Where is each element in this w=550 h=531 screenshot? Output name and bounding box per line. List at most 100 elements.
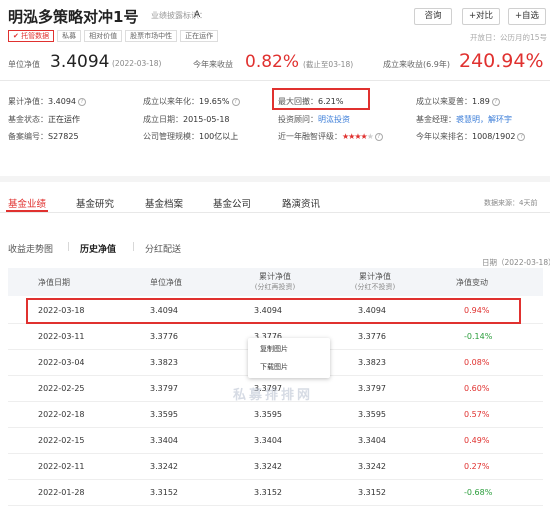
data-source-note: 数据来源：4天前 xyxy=(484,199,538,207)
ytd-value: 0.82% xyxy=(245,52,300,72)
subtab-separator: | xyxy=(67,242,71,252)
row-change: 0.49% xyxy=(464,436,490,445)
info-icon[interactable]: ? xyxy=(78,97,86,106)
row-cum-noreinvest: 3.3776 xyxy=(358,332,386,341)
open-day: 开放日：公历月的15号 xyxy=(470,33,548,42)
row-cum-noreinvest: 3.3797 xyxy=(358,384,386,393)
context-menu: 复制图片 下载图片 xyxy=(248,338,330,378)
col-change: 净值变动 xyxy=(456,278,488,287)
subtab-history-nav[interactable]: 历史净值 xyxy=(80,242,116,255)
row-unit-nav: 3.3595 xyxy=(150,410,178,419)
row-date: 2022-03-11 xyxy=(38,332,85,341)
row-cum-reinvest: 3.3242 xyxy=(254,462,282,471)
row-unit-nav: 3.3823 xyxy=(150,358,178,367)
advisor-link[interactable]: 明汯投资 xyxy=(318,115,350,124)
row-cum-noreinvest: 3.3595 xyxy=(358,410,386,419)
latest-row-highlight xyxy=(26,298,521,324)
download-image-item[interactable]: 下载图片 xyxy=(260,362,288,372)
ytd-label: 今年来收益 xyxy=(193,60,233,69)
row-date: 2022-03-04 xyxy=(38,358,85,367)
col-date: 净值日期 xyxy=(38,278,70,287)
compare-button[interactable]: +对比 xyxy=(462,8,500,25)
row-date: 2022-02-18 xyxy=(38,410,85,419)
table-date-tag: 日期（2022-03-18） xyxy=(482,258,550,267)
fund-title: 明泓多策略对冲1号 xyxy=(8,8,139,26)
unit-nav-value: 3.4094 xyxy=(50,52,110,72)
manager-link[interactable]: 裘慧明，解环宇 xyxy=(456,115,512,124)
unit-nav-label: 单位净值 xyxy=(8,60,40,69)
watchlist-button[interactable]: +自选 xyxy=(508,8,546,25)
table-row: 2022-02-11 3.3242 3.3242 3.3242 0.27% xyxy=(8,454,543,480)
table-header: 净值日期 单位净值 累计净值 (分红再投资) 累计净值 (分红不投资) 净值变动 xyxy=(8,268,543,296)
row-cum-noreinvest: 3.3242 xyxy=(358,462,386,471)
col-unit-nav: 单位净值 xyxy=(150,278,182,287)
tab-performance[interactable]: 基金业绩 xyxy=(8,196,46,210)
row-cum-reinvest: 3.3152 xyxy=(254,488,282,497)
row-date: 2022-02-25 xyxy=(38,384,85,393)
info-icon[interactable]: ? xyxy=(517,132,526,141)
row-change: -0.68% xyxy=(464,488,493,497)
row-change: 0.57% xyxy=(464,410,490,419)
info-icon[interactable]: ? xyxy=(374,132,383,141)
record-info: 备案编号：S27825 xyxy=(8,132,79,141)
manager-info: 基金经理：裘慧明，解环宇 xyxy=(416,115,512,124)
tab-profile[interactable]: 基金档案 xyxy=(145,196,183,210)
disclosure-value: A xyxy=(194,10,201,20)
status-tag: 正在运作 xyxy=(180,30,219,42)
row-cum-noreinvest: 3.3152 xyxy=(358,488,386,497)
rank-info: 今年以来排名：1008/1902? xyxy=(416,131,526,142)
col-cum-reinvest: 累计净值 (分红再投资) xyxy=(254,272,296,291)
tab-research[interactable]: 基金研究 xyxy=(76,196,114,210)
subtab-separator: | xyxy=(132,242,136,252)
subtab-chart[interactable]: 收益走势图 xyxy=(8,242,53,255)
subtab-dividends[interactable]: 分红配送 xyxy=(145,242,181,255)
tabs-divider xyxy=(0,212,550,213)
since-inception-value: 240.94% xyxy=(459,50,544,72)
ytd-note: (截止至03-18) xyxy=(303,60,354,69)
table-row: 2022-01-28 3.3152 3.3152 3.3152 -0.68% xyxy=(8,480,543,506)
row-cum-reinvest: 3.3595 xyxy=(254,410,282,419)
info-icon[interactable]: ? xyxy=(491,97,500,106)
row-unit-nav: 3.3776 xyxy=(150,332,178,341)
table-row: 2022-02-18 3.3595 3.3595 3.3595 0.57% xyxy=(8,402,543,428)
divider xyxy=(0,80,550,81)
unit-nav-date: (2022-03-18) xyxy=(112,59,162,68)
row-unit-nav: 3.3797 xyxy=(150,384,178,393)
row-cum-reinvest: 3.3404 xyxy=(254,436,282,445)
consult-button[interactable]: 咨询 xyxy=(414,8,452,25)
row-cum-noreinvest: 3.3823 xyxy=(358,358,386,367)
row-date: 2022-01-28 xyxy=(38,488,85,497)
substrategy-tag: 股票市场中性 xyxy=(125,30,178,42)
custody-tag: ✔ 托管数据 xyxy=(8,30,55,42)
strategy-tag: 相对价值 xyxy=(84,30,123,42)
rating-info: 近一年融智评级：★★★★★? xyxy=(278,131,383,142)
row-change: 0.08% xyxy=(464,358,490,367)
col-cum-noreinvest: 累计净值 (分红不投资) xyxy=(354,272,396,291)
section-gap xyxy=(0,176,550,182)
tag-row: ✔ 托管数据 私募 相对价值 股票市场中性 正在运作 xyxy=(8,30,219,42)
watermark: 私募排排网 xyxy=(233,388,314,403)
annualized-info: 成立以来年化：19.65%? xyxy=(143,96,240,107)
scale-info: 公司管理规模：100亿以上 xyxy=(143,132,239,141)
tab-roadshow[interactable]: 路演资讯 xyxy=(282,196,320,210)
row-unit-nav: 3.3152 xyxy=(150,488,178,497)
table-row: 2022-02-15 3.3404 3.3404 3.3404 0.49% xyxy=(8,428,543,454)
advisor-info: 投资顾问：明汯投资 xyxy=(278,115,350,124)
copy-image-item[interactable]: 复制图片 xyxy=(260,344,288,354)
inception-info: 成立日期：2015-05-18 xyxy=(143,115,230,124)
sharpe-info: 成立以来夏普：1.89? xyxy=(416,96,500,107)
row-change: 0.27% xyxy=(464,462,490,471)
status-info: 基金状态：正在运作 xyxy=(8,115,80,124)
row-date: 2022-02-15 xyxy=(38,436,85,445)
row-unit-nav: 3.3242 xyxy=(150,462,178,471)
row-change: -0.14% xyxy=(464,332,493,341)
since-inception-label: 成立来收益(6.9年) xyxy=(383,60,450,69)
cum-nav-info: 累计净值：3.4094? xyxy=(8,96,86,107)
info-icon[interactable]: ? xyxy=(231,97,240,106)
max-drawdown-highlight xyxy=(272,88,370,110)
rating-stars: ★★★★★ xyxy=(342,132,374,141)
type-tag: 私募 xyxy=(57,30,82,42)
row-cum-noreinvest: 3.3404 xyxy=(358,436,386,445)
tab-company[interactable]: 基金公司 xyxy=(213,196,251,210)
row-unit-nav: 3.3404 xyxy=(150,436,178,445)
